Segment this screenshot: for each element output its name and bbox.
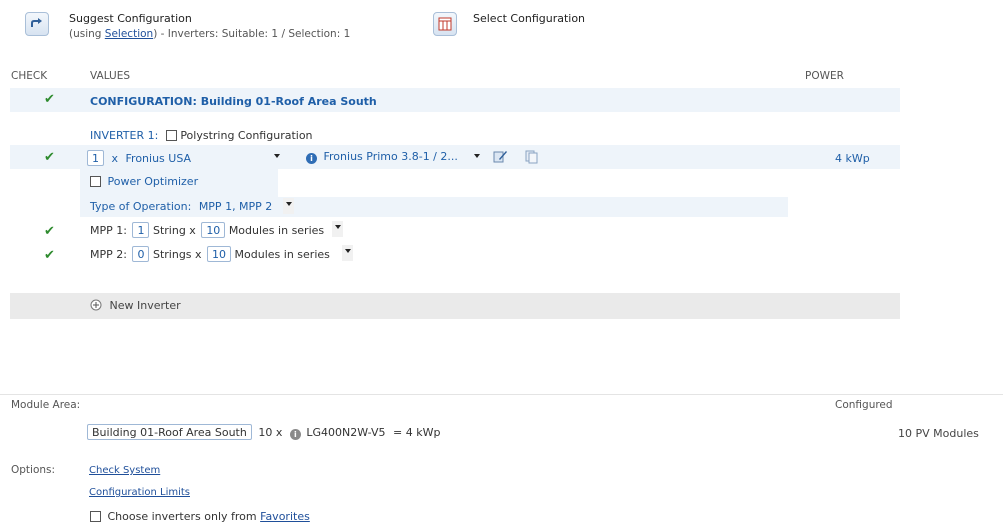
- chevron-down-icon: [274, 154, 280, 158]
- mpp-strings-input[interactable]: 1: [132, 222, 150, 238]
- new-inverter-button[interactable]: New Inverter: [90, 299, 181, 312]
- mpp-modules-label: Modules in series: [234, 248, 330, 261]
- favorites-link[interactable]: Favorites: [260, 510, 310, 523]
- inverter-header-row: INVERTER 1: Polystring Configuration: [90, 129, 313, 142]
- module-area-row: Building 01-Roof Area South 10 x i LG400…: [87, 424, 440, 440]
- inverter-quantity-input[interactable]: 1: [87, 150, 104, 166]
- mpp-modules-label: Modules in series: [228, 224, 325, 237]
- favorites-option: Choose inverters only from Favorites: [90, 510, 310, 523]
- mpp-row: MPP 2: 0 Strings x 10 Modules in series: [90, 246, 330, 262]
- select-configuration-title[interactable]: Select Configuration: [473, 12, 585, 25]
- mpp-row: MPP 1: 1 String x 10 Modules in series: [90, 222, 324, 238]
- type-of-operation-label: Type of Operation:: [90, 200, 192, 213]
- polystring-label: Polystring Configuration: [180, 129, 313, 142]
- favorites-checkbox[interactable]: [90, 511, 101, 522]
- mpp-modules-input[interactable]: 10: [207, 246, 232, 262]
- type-of-operation-dropdown-button[interactable]: [283, 198, 294, 214]
- module-area-power: = 4 kWp: [393, 426, 441, 439]
- check-mark-icon: ✔: [44, 224, 55, 239]
- new-inverter-label: New Inverter: [109, 299, 181, 312]
- model-dropdown-button[interactable]: [474, 150, 480, 163]
- info-icon[interactable]: i: [306, 153, 317, 164]
- chevron-down-icon: [285, 202, 292, 206]
- module-count: 10 x: [258, 426, 283, 439]
- power-column-header: POWER: [805, 70, 844, 82]
- times-label: x: [111, 152, 119, 165]
- inverter-model-select[interactable]: Fronius Primo 3.8-1 / 2...: [324, 150, 458, 163]
- check-column-header: CHECK: [11, 70, 48, 82]
- module-area-input[interactable]: Building 01-Roof Area South: [87, 424, 252, 440]
- subtitle-suffix: ) - Inverters: Suitable: 1 / Selection: …: [153, 28, 351, 40]
- power-optimizer-label: Power Optimizer: [107, 175, 199, 188]
- subtitle-prefix: (using: [69, 28, 105, 40]
- mpp-dropdown-button[interactable]: [332, 221, 343, 237]
- redo-arrow-icon: [31, 18, 42, 27]
- chevron-down-icon: [474, 154, 480, 158]
- manufacturer-select[interactable]: Fronius USA: [126, 152, 192, 165]
- mpp-strings-label: Strings x: [152, 248, 202, 261]
- polystring-checkbox[interactable]: [165, 130, 177, 141]
- values-column-header: VALUES: [90, 70, 131, 82]
- power-optimizer-row: Power Optimizer: [90, 175, 198, 188]
- check-system-link[interactable]: Check System: [89, 465, 160, 476]
- type-of-operation-select[interactable]: MPP 1, MPP 2: [199, 200, 273, 213]
- grid-table-icon: [438, 17, 452, 31]
- configured-label: Configured: [835, 399, 893, 411]
- inverter-selection: 1 x Fronius USA: [87, 150, 191, 166]
- divider: [0, 394, 1003, 395]
- info-icon[interactable]: i: [289, 429, 301, 440]
- mpp-label: MPP 1:: [90, 224, 127, 237]
- manufacturer-dropdown-button[interactable]: [274, 150, 280, 163]
- inverter-power: 4 kWp: [835, 152, 870, 165]
- plus-circle-icon: [90, 299, 102, 311]
- select-configuration-button[interactable]: [433, 12, 457, 36]
- inverter-model-selection: i Fronius Primo 3.8-1 / 2...: [306, 150, 458, 164]
- inverter-label: INVERTER 1:: [90, 129, 159, 142]
- chevron-down-icon: [344, 249, 351, 253]
- suggest-configuration-subtitle: (using Selection) - Inverters: Suitable:…: [69, 28, 350, 40]
- favorites-prefix: Choose inverters only from: [107, 510, 261, 523]
- check-mark-icon: ✔: [44, 92, 55, 107]
- mpp-dropdown-button[interactable]: [342, 245, 353, 261]
- check-mark-icon: ✔: [44, 248, 55, 263]
- check-mark-icon: ✔: [44, 150, 55, 165]
- module-area-label: Module Area:: [11, 399, 81, 411]
- module-name: LG400N2W-V5: [306, 426, 386, 439]
- mpp-modules-input[interactable]: 10: [201, 222, 226, 238]
- mpp-strings-input[interactable]: 0: [132, 246, 150, 262]
- suggest-configuration-title[interactable]: Suggest Configuration: [69, 12, 192, 25]
- mpp-label: MPP 2:: [90, 248, 127, 261]
- configuration-title: CONFIGURATION: Building 01-Roof Area Sou…: [90, 95, 377, 108]
- edit-icon[interactable]: [492, 148, 508, 167]
- configured-modules: 10 PV Modules: [898, 427, 979, 440]
- copy-icon[interactable]: [524, 148, 540, 167]
- chevron-down-icon: [334, 225, 341, 229]
- power-optimizer-checkbox[interactable]: [90, 176, 101, 187]
- suggest-configuration-button[interactable]: [25, 12, 49, 36]
- configuration-limits-link[interactable]: Configuration Limits: [89, 487, 190, 498]
- options-label: Options:: [11, 464, 56, 476]
- type-of-operation-row: Type of Operation: MPP 1, MPP 2: [90, 200, 272, 213]
- mpp-strings-label: String x: [152, 224, 196, 237]
- selection-link[interactable]: Selection: [105, 28, 153, 40]
